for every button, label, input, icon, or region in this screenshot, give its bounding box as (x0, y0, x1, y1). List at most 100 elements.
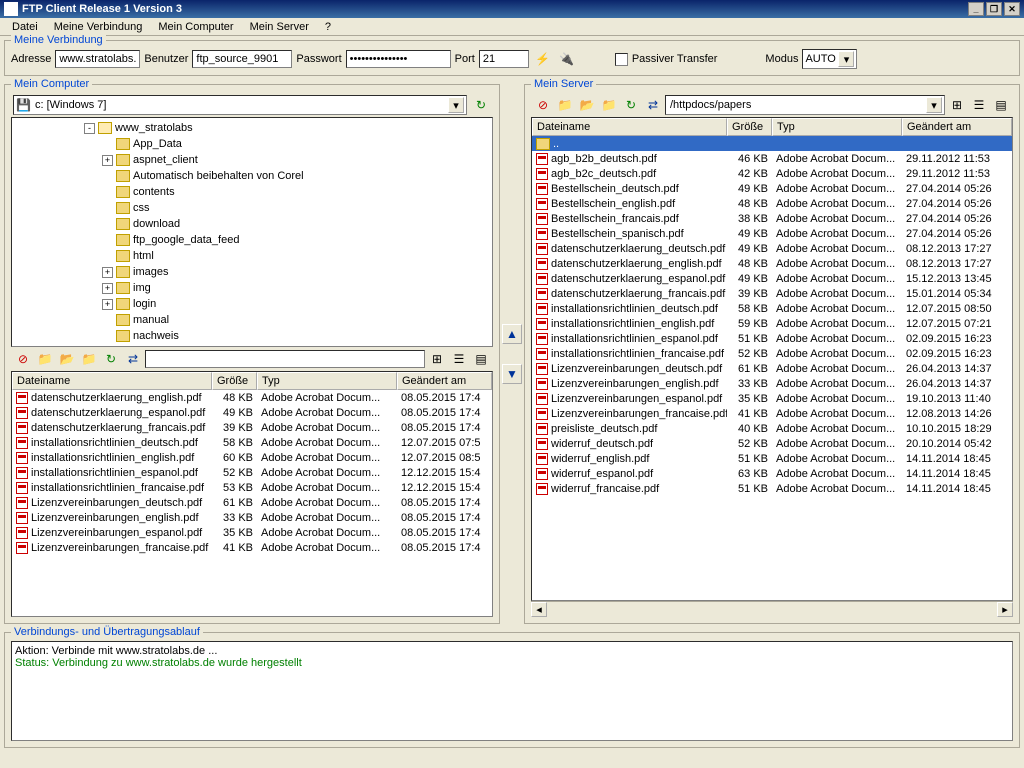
view-icons-button[interactable]: ⊞ (427, 349, 447, 369)
list-row[interactable]: agb_b2c_deutsch.pdf42 KBAdobe Acrobat Do… (532, 166, 1012, 181)
up-button[interactable]: 📁 (599, 95, 619, 115)
password-input[interactable] (346, 50, 451, 68)
connect-button[interactable]: ⚡ (533, 49, 553, 69)
list-row[interactable]: Bestellschein_francais.pdf38 KBAdobe Acr… (532, 211, 1012, 226)
menu-item[interactable]: Datei (4, 19, 46, 35)
tree-item[interactable]: +images (14, 264, 490, 280)
list-row[interactable]: installationsrichtlinien_english.pdf60 K… (12, 450, 492, 465)
list-row[interactable]: widerruf_deutsch.pdf52 KBAdobe Acrobat D… (532, 436, 1012, 451)
list-row[interactable]: Lizenzvereinbarungen_deutsch.pdf61 KBAdo… (12, 495, 492, 510)
list-row[interactable]: datenschutzerklaerung_english.pdf48 KBAd… (532, 256, 1012, 271)
list-row[interactable]: Lizenzvereinbarungen_francaise.pdf41 KBA… (532, 406, 1012, 421)
passive-checkbox[interactable] (615, 53, 628, 66)
list-row[interactable]: Bestellschein_english.pdf48 KBAdobe Acro… (532, 196, 1012, 211)
transfer-button[interactable]: ⇄ (123, 349, 143, 369)
tree-item[interactable]: download (14, 216, 490, 232)
expand-icon[interactable]: + (102, 267, 113, 278)
tree-item[interactable]: ftp_google_data_feed (14, 232, 490, 248)
list-row[interactable]: Lizenzvereinbarungen_english.pdf33 KBAdo… (532, 376, 1012, 391)
remote-path-dropdown[interactable]: /httpdocs/papers ▾ (665, 95, 945, 115)
remote-file-list[interactable]: DateinameGrößeTypGeändert am..agb_b2b_de… (531, 117, 1013, 601)
tree-item[interactable]: Automatisch beibehalten von Corel (14, 168, 490, 184)
menu-item[interactable]: Meine Verbindung (46, 19, 151, 35)
tree-item[interactable]: +aspnet_client (14, 152, 490, 168)
list-row[interactable]: Bestellschein_deutsch.pdf49 KBAdobe Acro… (532, 181, 1012, 196)
list-row[interactable]: Lizenzvereinbarungen_espanol.pdf35 KBAdo… (12, 525, 492, 540)
list-row[interactable]: Lizenzvereinbarungen_english.pdf33 KBAdo… (12, 510, 492, 525)
list-row[interactable]: Lizenzvereinbarungen_francaise.pdf41 KBA… (12, 540, 492, 555)
disconnect-button[interactable]: 🔌 (557, 49, 577, 69)
list-row[interactable]: Bestellschein_spanisch.pdf49 KBAdobe Acr… (532, 226, 1012, 241)
list-row[interactable]: installationsrichtlinien_english.pdf59 K… (532, 316, 1012, 331)
delete-button[interactable]: ⊘ (533, 95, 553, 115)
local-file-list[interactable]: DateinameGrößeTypGeändert amdatenschutze… (11, 371, 493, 617)
tree-item[interactable]: -www_stratolabs (14, 120, 490, 136)
view-list-button[interactable]: ☰ (969, 95, 989, 115)
folder-tree[interactable]: -www_stratolabsApp_Data+aspnet_clientAut… (11, 117, 493, 347)
maximize-button[interactable]: ❐ (986, 2, 1002, 16)
view-icons-button[interactable]: ⊞ (947, 95, 967, 115)
tree-item[interactable]: html (14, 248, 490, 264)
list-row[interactable]: installationsrichtlinien_francaise.pdf53… (12, 480, 492, 495)
list-row[interactable]: datenschutzerklaerung_francais.pdf39 KBA… (12, 420, 492, 435)
list-row[interactable]: installationsrichtlinien_francaise.pdf52… (532, 346, 1012, 361)
list-row[interactable]: Lizenzvereinbarungen_espanol.pdf35 KBAdo… (532, 391, 1012, 406)
expand-icon[interactable]: - (84, 123, 95, 134)
transfer-button[interactable]: ⇄ (643, 95, 663, 115)
up-button[interactable]: 📁 (79, 349, 99, 369)
tree-item[interactable]: css (14, 200, 490, 216)
expand-icon[interactable]: + (102, 299, 113, 310)
list-row[interactable]: preisliste_deutsch.pdf40 KBAdobe Acrobat… (532, 421, 1012, 436)
mode-dropdown[interactable]: AUTO ▾ (802, 49, 857, 69)
view-list-button[interactable]: ☰ (449, 349, 469, 369)
tree-item[interactable]: contents (14, 184, 490, 200)
upload-button[interactable]: ▲ (502, 324, 522, 344)
download-button[interactable]: ▼ (502, 364, 522, 384)
list-row[interactable]: datenschutzerklaerung_espanol.pdf49 KBAd… (532, 271, 1012, 286)
minimize-button[interactable]: _ (968, 2, 984, 16)
open-folder-button[interactable]: 📂 (577, 95, 597, 115)
list-row-parent[interactable]: .. (532, 136, 1012, 151)
list-row[interactable]: datenschutzerklaerung_espanol.pdf49 KBAd… (12, 405, 492, 420)
expand-icon[interactable]: + (102, 155, 113, 166)
close-button[interactable]: ✕ (1004, 2, 1020, 16)
tree-item[interactable]: App_Data (14, 136, 490, 152)
list-row[interactable]: datenschutzerklaerung_english.pdf48 KBAd… (12, 390, 492, 405)
delete-button[interactable]: ⊘ (13, 349, 33, 369)
refresh-button[interactable]: ↻ (101, 349, 121, 369)
tree-item[interactable]: +login (14, 296, 490, 312)
list-header[interactable]: DateinameGrößeTypGeändert am (12, 372, 492, 390)
list-header[interactable]: DateinameGrößeTypGeändert am (532, 118, 1012, 136)
list-row[interactable]: widerruf_espanol.pdf63 KBAdobe Acrobat D… (532, 466, 1012, 481)
expand-icon[interactable]: + (102, 283, 113, 294)
user-input[interactable] (192, 50, 292, 68)
log-output[interactable]: Aktion: Verbinde mit www.stratolabs.de .… (11, 641, 1013, 741)
refresh-button[interactable]: ↻ (471, 95, 491, 115)
list-row[interactable]: widerruf_francaise.pdf51 KBAdobe Acrobat… (532, 481, 1012, 496)
refresh-button[interactable]: ↻ (621, 95, 641, 115)
list-row[interactable]: installationsrichtlinien_deutsch.pdf58 K… (532, 301, 1012, 316)
list-row[interactable]: Lizenzvereinbarungen_deutsch.pdf61 KBAdo… (532, 361, 1012, 376)
filter-input[interactable] (145, 350, 425, 368)
open-folder-button[interactable]: 📂 (57, 349, 77, 369)
address-input[interactable] (55, 50, 140, 68)
list-row[interactable]: agb_b2b_deutsch.pdf46 KBAdobe Acrobat Do… (532, 151, 1012, 166)
list-row[interactable]: datenschutzerklaerung_deutsch.pdf49 KBAd… (532, 241, 1012, 256)
tree-item[interactable]: +img (14, 280, 490, 296)
menu-item[interactable]: ? (317, 19, 339, 35)
list-row[interactable]: widerruf_english.pdf51 KBAdobe Acrobat D… (532, 451, 1012, 466)
list-row[interactable]: installationsrichtlinien_espanol.pdf52 K… (12, 465, 492, 480)
tree-item[interactable]: manual (14, 312, 490, 328)
view-details-button[interactable]: ▤ (991, 95, 1011, 115)
menu-item[interactable]: Mein Computer (150, 19, 241, 35)
menu-item[interactable]: Mein Server (242, 19, 317, 35)
port-input[interactable] (479, 50, 529, 68)
horizontal-scrollbar[interactable]: ◂▸ (531, 601, 1013, 617)
drive-dropdown[interactable]: 💾 c: [Windows 7] ▾ (13, 95, 467, 115)
list-row[interactable]: installationsrichtlinien_espanol.pdf51 K… (532, 331, 1012, 346)
view-details-button[interactable]: ▤ (471, 349, 491, 369)
tree-item[interactable]: nachweis (14, 328, 490, 344)
list-row[interactable]: installationsrichtlinien_deutsch.pdf58 K… (12, 435, 492, 450)
list-row[interactable]: datenschutzerklaerung_francais.pdf39 KBA… (532, 286, 1012, 301)
new-folder-button[interactable]: 📁 (35, 349, 55, 369)
